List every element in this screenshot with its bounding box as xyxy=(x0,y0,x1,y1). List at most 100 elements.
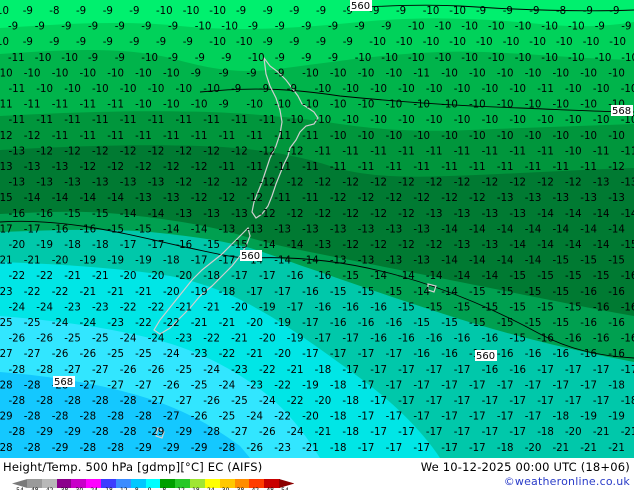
temp-value: -9 xyxy=(219,68,229,79)
temp-value: -10 xyxy=(525,68,542,79)
temp-value: -17 xyxy=(302,349,319,360)
temp-value: -19 xyxy=(274,318,291,329)
temp-value: -10 xyxy=(203,84,220,95)
temp-value: -29 xyxy=(64,427,81,438)
temp-value: -10 xyxy=(369,37,386,48)
temp-value: -17 xyxy=(454,365,471,376)
temp-value: -25 xyxy=(191,380,208,391)
temp-value: -11 xyxy=(413,68,430,79)
temp-value: -10 xyxy=(370,115,387,126)
temp-value: -17 xyxy=(553,380,570,391)
temp-value: -11 xyxy=(274,193,291,204)
temp-value: -14 xyxy=(469,224,486,235)
temp-value: -16 xyxy=(580,349,597,360)
temp-value: -11 xyxy=(163,131,180,142)
temp-value: -12 xyxy=(342,178,359,189)
temp-value: -10 xyxy=(525,131,542,142)
temp-value: -28 xyxy=(9,427,26,438)
temp-value: -24 xyxy=(163,349,180,360)
temp-value: -22 xyxy=(259,365,276,376)
temp-value: -8 xyxy=(49,6,59,17)
temp-value: -9 xyxy=(328,53,338,64)
temp-value: -13 xyxy=(482,209,499,220)
temp-value: -12 xyxy=(370,178,387,189)
temp-value: -16 xyxy=(315,302,332,313)
temp-value: -12 xyxy=(191,193,208,204)
temp-value: -21 xyxy=(176,302,193,313)
temp-value: -21 xyxy=(203,302,220,313)
temp-value: -21 xyxy=(64,271,81,282)
temp-value: -24 xyxy=(259,396,276,407)
temp-value: -28 xyxy=(92,396,109,407)
temp-value: -27 xyxy=(92,365,109,376)
temp-value: -10 xyxy=(541,53,558,64)
temp-value: -11 xyxy=(246,131,263,142)
temp-value: -11 xyxy=(203,115,220,126)
temp-value: -29 xyxy=(135,443,152,454)
temp-value: -18 xyxy=(163,256,180,267)
temp-value: -10 xyxy=(435,22,452,33)
temp-value: -16 xyxy=(621,302,634,313)
temp-value: -13 xyxy=(231,209,248,220)
temp-value: -16 xyxy=(537,334,554,345)
temp-value: -14 xyxy=(565,209,582,220)
temp-value: -12 xyxy=(203,146,220,157)
temp-value: -11 xyxy=(64,115,81,126)
temp-value: -14 xyxy=(413,287,430,298)
temp-value: -14 xyxy=(608,224,625,235)
temp-value: -15 xyxy=(525,318,542,329)
temp-value: -23 xyxy=(107,318,124,329)
temp-value: -24 xyxy=(52,318,69,329)
temp-value: -9 xyxy=(61,22,71,33)
temp-value: -10 xyxy=(435,53,452,64)
temp-value: -13 xyxy=(120,178,137,189)
temp-value: -17 xyxy=(246,287,263,298)
temp-value: -9 xyxy=(275,53,285,64)
temp-value: -11 xyxy=(370,146,387,157)
temp-value: -22 xyxy=(274,412,291,423)
temp-value: -23 xyxy=(0,287,13,298)
temp-value: -13 xyxy=(330,256,347,267)
site-credit[interactable]: ©weatheronline.co.uk xyxy=(504,475,630,488)
temp-value: -13 xyxy=(176,209,193,220)
temp-value: -11 xyxy=(413,162,430,173)
temp-value: -10 xyxy=(381,53,398,64)
temp-value: -28 xyxy=(107,443,124,454)
temp-value: -16 xyxy=(80,224,97,235)
temp-value: -22 xyxy=(163,318,180,329)
temp-value: -10 xyxy=(191,100,208,111)
temp-value: -10 xyxy=(488,53,505,64)
temp-value: -15 xyxy=(621,240,634,251)
temp-value: -15 xyxy=(509,302,526,313)
temp-value: -10 xyxy=(120,84,137,95)
temp-value: -11 xyxy=(302,193,319,204)
temp-value: -14 xyxy=(259,240,276,251)
temp-value: -12 xyxy=(315,209,332,220)
temp-value: -15 xyxy=(386,287,403,298)
temp-value: -12 xyxy=(426,240,443,251)
temp-value: -12 xyxy=(287,209,304,220)
temp-value: -18 xyxy=(203,271,220,282)
temp-value: -22 xyxy=(9,271,26,282)
temp-value: -10 xyxy=(423,37,440,48)
temp-value: -10 xyxy=(398,84,415,95)
temp-value: -10 xyxy=(330,131,347,142)
temp-value: -10 xyxy=(461,22,478,33)
temp-value: -11 xyxy=(219,162,236,173)
temp-value: -18 xyxy=(497,443,514,454)
temp-value: -12 xyxy=(608,162,625,173)
temp-value: -10 xyxy=(302,100,319,111)
temp-value: -17 xyxy=(398,427,415,438)
temp-value: -17 xyxy=(358,412,375,423)
temp-value: -9 xyxy=(476,6,486,17)
temp-value: -17 xyxy=(621,365,634,376)
temp-value: -15 xyxy=(482,302,499,313)
temp-value: -20 xyxy=(315,396,332,407)
temp-value: -14 xyxy=(525,256,542,267)
temp-value: -12 xyxy=(259,146,276,157)
temp-value: -17 xyxy=(330,349,347,360)
temp-value: -22 xyxy=(219,349,236,360)
temp-value: -12 xyxy=(246,193,263,204)
temp-value: -25 xyxy=(107,349,124,360)
temp-value: -10 xyxy=(342,84,359,95)
